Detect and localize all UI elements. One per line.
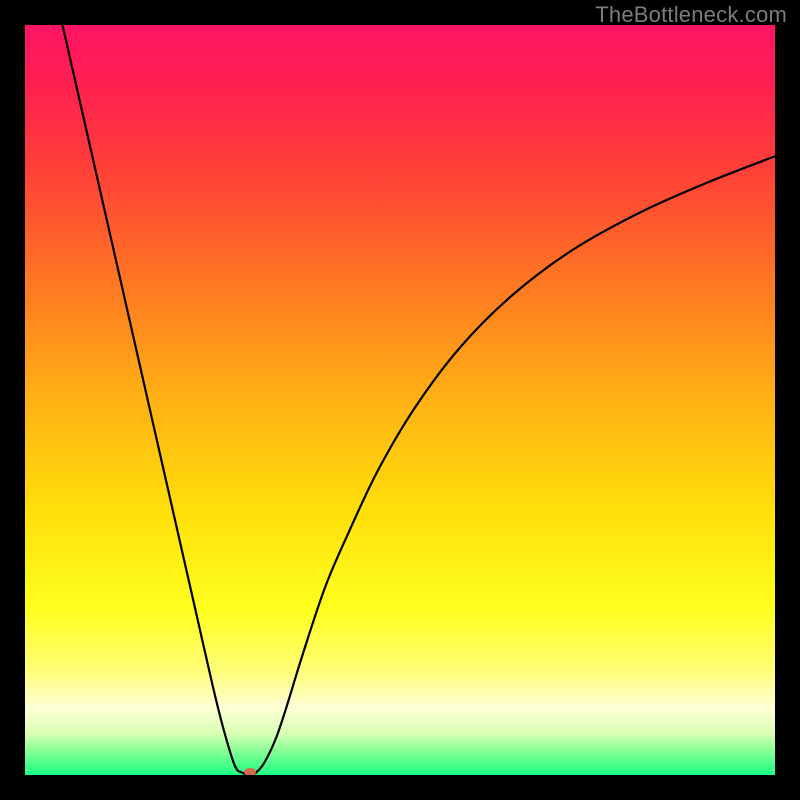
plot-area (25, 25, 775, 775)
chart-stage: TheBottleneck.com (0, 0, 800, 800)
bottleneck-curve (63, 25, 776, 775)
optimum-marker (244, 768, 256, 775)
curve-layer (25, 25, 775, 775)
attribution-text: TheBottleneck.com (595, 2, 787, 28)
